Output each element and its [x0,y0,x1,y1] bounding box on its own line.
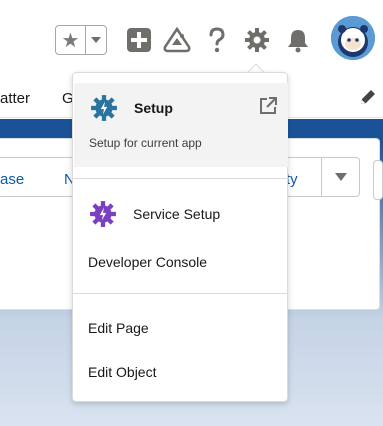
chevron-down-icon [335,168,347,186]
setup-label: Setup [134,100,173,116]
service-setup-label: Service Setup [133,206,221,222]
trailhead-icon[interactable] [163,26,191,54]
global-header: ★ [0,0,383,80]
setup-menu-item[interactable]: Setup Setup for current app [74,83,288,167]
developer-console-menu-item[interactable]: Developer Console [73,245,289,279]
bell-icon[interactable] [284,26,312,54]
service-setup-menu-item[interactable]: Service Setup [73,197,289,231]
menu-divider [73,293,289,294]
menu-divider [73,178,289,179]
pencil-icon[interactable] [358,87,378,107]
edit-page-label: Edit Page [88,320,149,336]
setup-subtitle: Setup for current app [89,136,202,150]
gear-icon[interactable] [243,26,271,54]
edit-page-menu-item[interactable]: Edit Page [73,311,289,345]
chevron-down-icon[interactable] [86,26,106,54]
developer-console-label: Developer Console [88,254,208,270]
edit-object-menu-item[interactable]: Edit Object [73,355,289,389]
action-button-partial[interactable]: ase [0,171,24,188]
plus-icon[interactable] [125,26,153,54]
astro-avatar[interactable] [331,16,375,60]
more-actions-button[interactable] [321,157,360,197]
new-window-icon[interactable] [258,96,278,116]
nav-item-chatter[interactable]: atter [0,90,30,107]
favorites-button[interactable]: ★ [55,25,107,55]
star-icon[interactable]: ★ [56,26,86,54]
edit-object-label: Edit Object [88,364,157,380]
setup-menu: Setup Setup for current app Service Setu… [72,72,289,402]
question-icon[interactable] [203,26,231,54]
gear-icon [90,94,118,122]
side-panel-edge [373,160,383,200]
gear-icon [89,200,117,228]
